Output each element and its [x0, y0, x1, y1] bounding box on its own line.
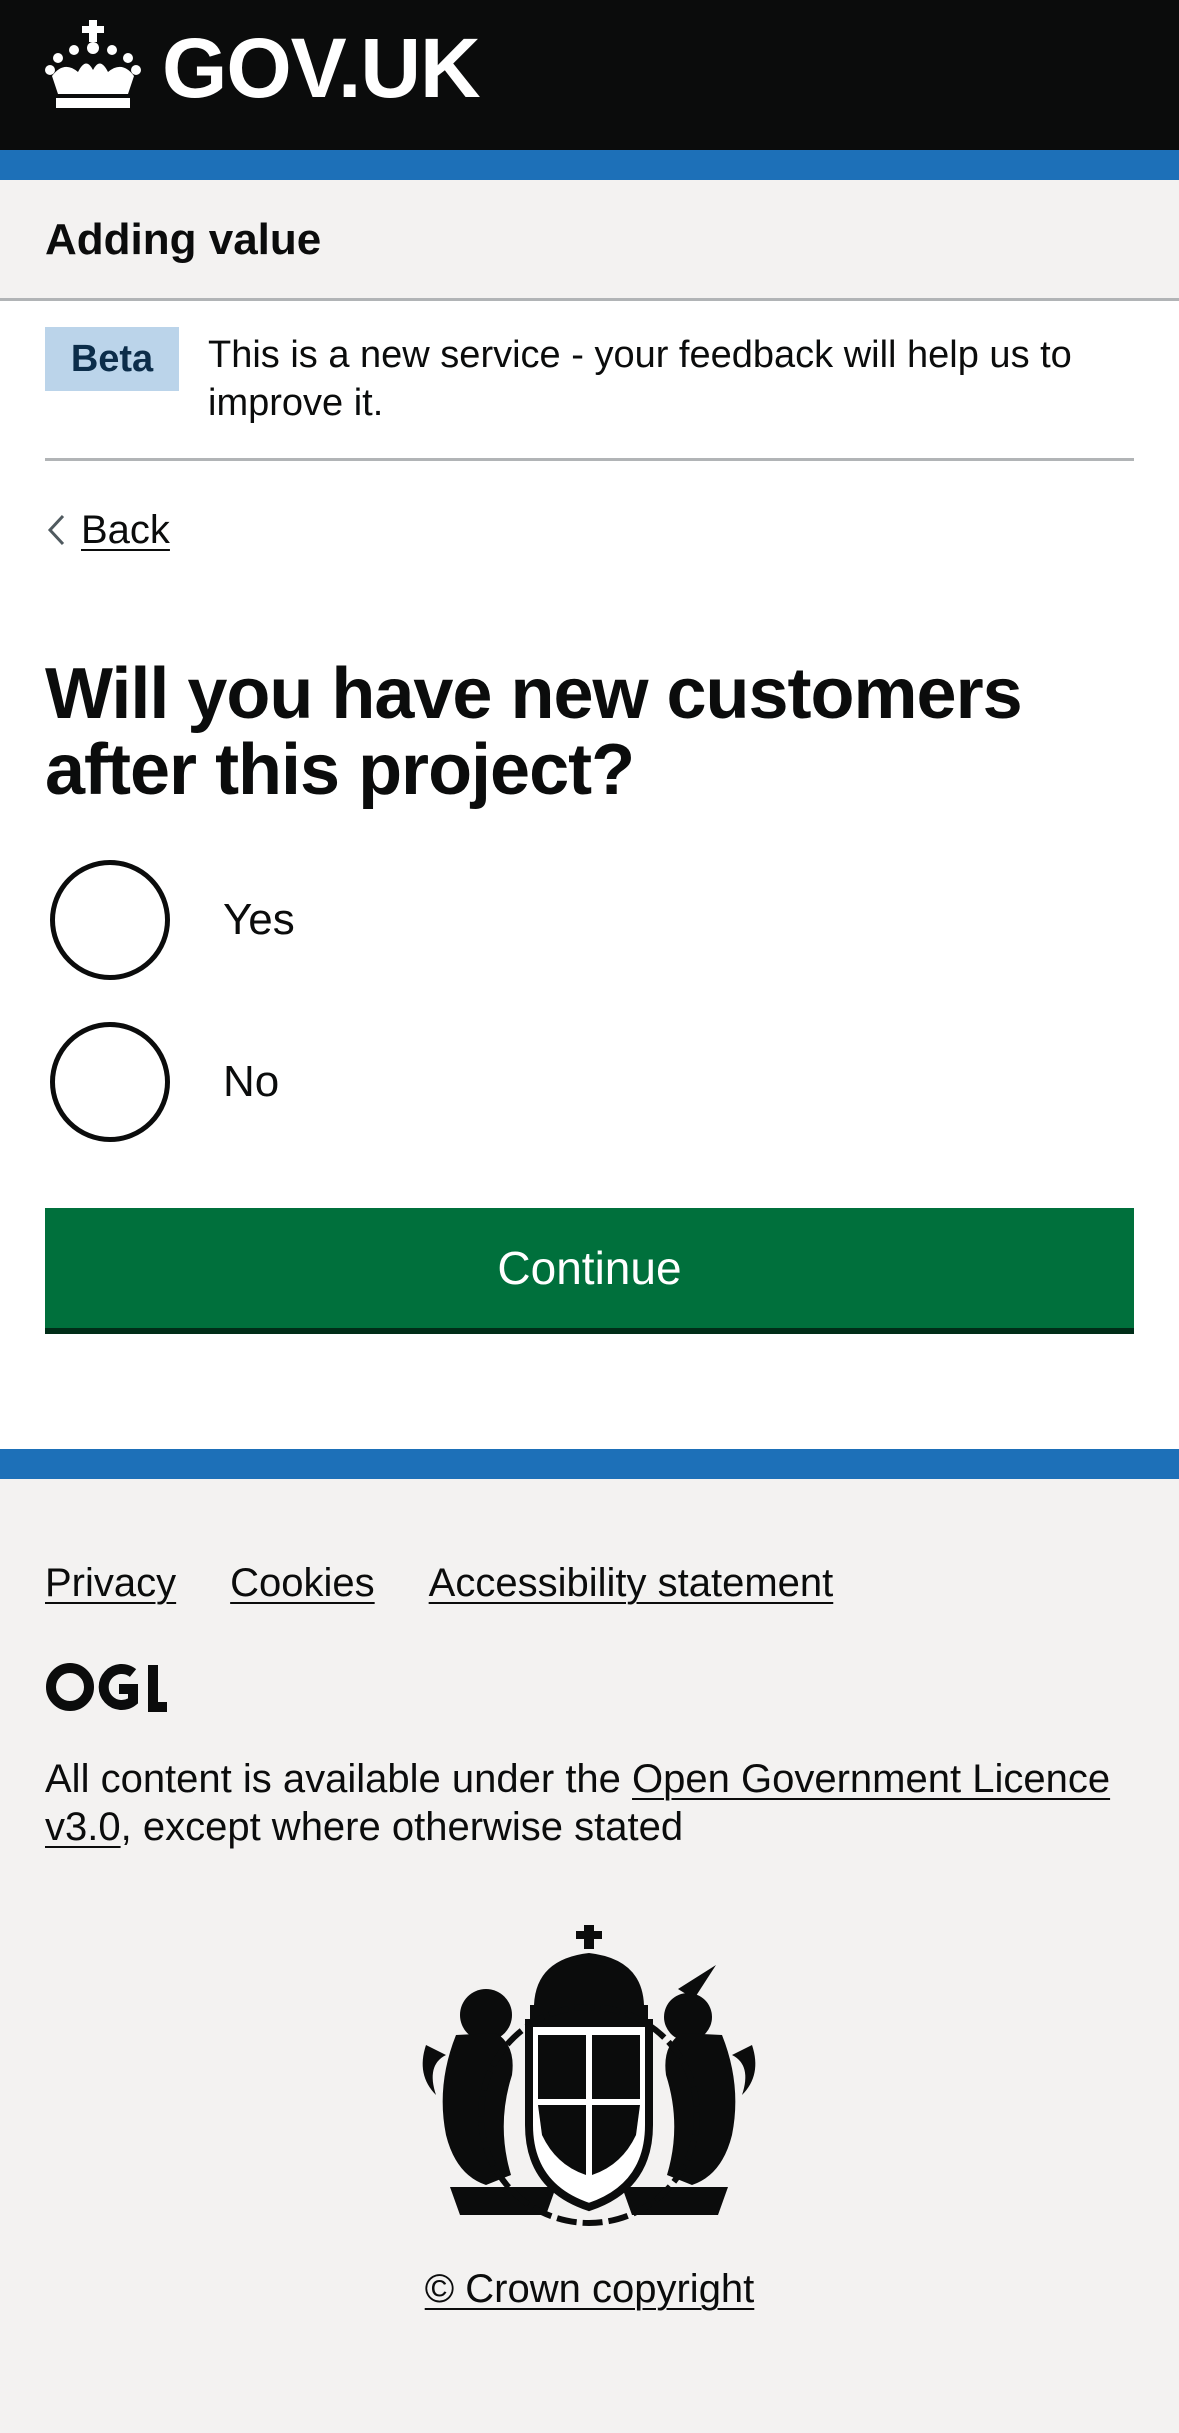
govuk-header: GOV.UK	[0, 0, 1179, 150]
phase-banner: Beta This is a new service - your feedba…	[45, 301, 1134, 461]
chevron-left-icon	[47, 514, 65, 546]
back-link[interactable]: Back	[45, 502, 170, 558]
footer-link-privacy[interactable]: Privacy	[45, 1555, 176, 1611]
phase-banner-text: This is a new service - your feedback wi…	[208, 334, 1072, 424]
radio-label-yes[interactable]: Yes	[223, 892, 295, 948]
footer: Privacy Cookies Accessibility statement …	[0, 1479, 1179, 2433]
crown-copyright: © Crown copyright	[0, 2261, 1179, 2317]
radio-input-no[interactable]	[50, 1022, 170, 1142]
continue-button[interactable]: Continue	[45, 1208, 1134, 1328]
header-blue-stripe	[0, 150, 1179, 180]
radio-label-no[interactable]: No	[223, 1054, 279, 1110]
govuk-logo-link[interactable]: GOV.UK	[162, 18, 481, 118]
footer-link-cookies[interactable]: Cookies	[230, 1555, 375, 1611]
royal-coat-of-arms-icon	[422, 1925, 756, 2226]
crown-copyright-link[interactable]: © Crown copyright	[425, 2267, 755, 2311]
licence-text: All content is available under the Open …	[45, 1755, 1125, 1851]
licence-suffix: , except where otherwise stated	[120, 1805, 684, 1849]
question-heading: Will you have new customers after this p…	[45, 654, 1023, 810]
phase-tag: Beta	[45, 327, 179, 391]
service-navigation: Adding value	[0, 180, 1179, 301]
service-name-link[interactable]: Adding value	[45, 210, 321, 270]
radio-option-no[interactable]: No	[50, 1020, 1050, 1144]
radio-input-yes[interactable]	[50, 860, 170, 980]
back-link-label: Back	[81, 508, 170, 552]
footer-link-accessibility[interactable]: Accessibility statement	[429, 1555, 834, 1611]
ogl-logo-icon	[46, 1663, 167, 1712]
radio-option-yes[interactable]: Yes	[50, 858, 1050, 982]
footer-blue-stripe	[0, 1449, 1179, 1479]
licence-prefix: All content is available under the	[45, 1757, 633, 1801]
crown-icon	[45, 20, 141, 108]
footer-links: Privacy Cookies Accessibility statement	[45, 1555, 833, 1611]
